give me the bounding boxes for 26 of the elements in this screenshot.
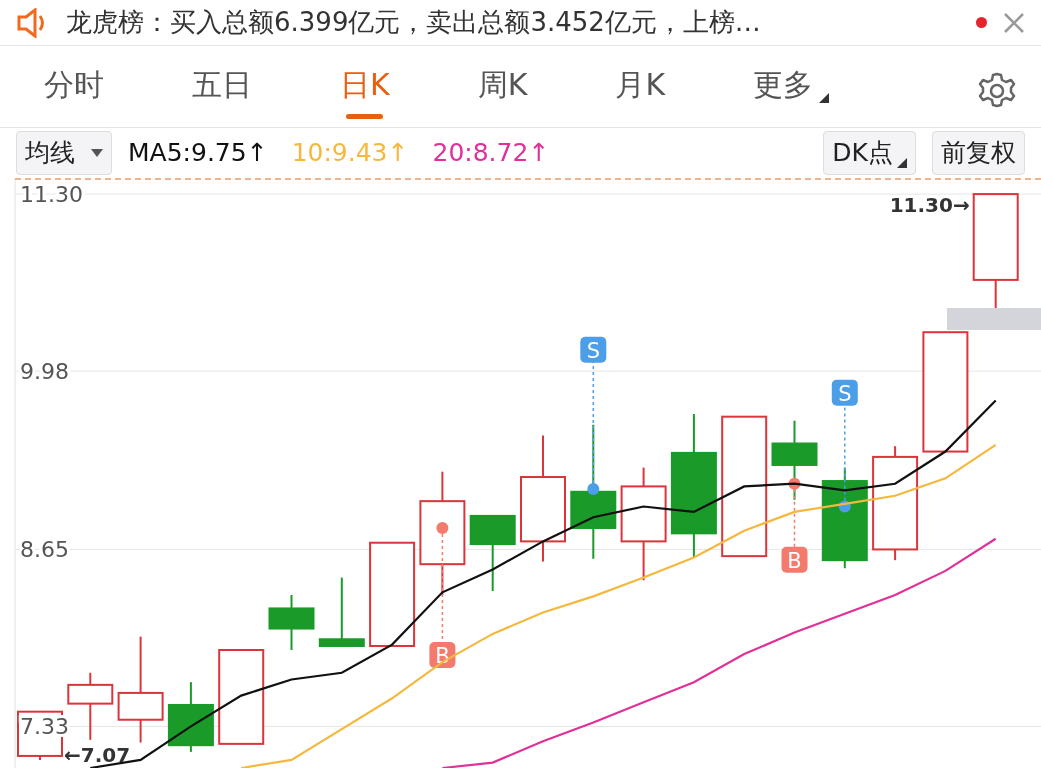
chart-tab[interactable]: 周K <box>473 62 532 119</box>
dropdown-arrow-icon <box>91 149 103 157</box>
candlestick <box>67 671 114 741</box>
notice-text: 龙虎榜：买入总额6.399亿元，卖出总额3.452亿元，上榜… <box>66 6 762 39</box>
notice-bar[interactable]: 龙虎榜：买入总额6.399亿元，卖出总额3.452亿元，上榜… <box>0 0 1041 46</box>
min-price-label: ←7.07 <box>64 742 131 767</box>
caret-icon <box>897 157 907 168</box>
moving-average-value: 20:8.72↑ <box>432 137 550 170</box>
chart-tab[interactable]: 分时 <box>40 62 108 119</box>
indicator-dropdown[interactable]: 均线 <box>16 131 112 175</box>
candlestick <box>167 681 214 753</box>
axis-label: 11.30 <box>20 181 83 207</box>
max-price-label: 11.30→ <box>889 193 970 218</box>
chart-tab[interactable]: 月K <box>611 62 670 119</box>
candlestick <box>268 594 315 651</box>
chart-tab[interactable]: 更多 <box>749 62 834 119</box>
axis-label: 9.98 <box>20 358 69 384</box>
close-icon[interactable] <box>1003 11 1025 34</box>
moving-average-value: 10:9.43↑ <box>291 137 409 170</box>
moving-average-value: MA5:9.75↑ <box>128 137 268 170</box>
toolbar-button[interactable]: 前复权 <box>932 131 1025 175</box>
caret-icon <box>819 93 830 103</box>
axis-label: 8.65 <box>20 536 69 562</box>
candlestick <box>318 576 365 647</box>
toolbar-button[interactable]: DK点 <box>823 131 916 175</box>
chart-tab[interactable]: 五日 <box>188 62 256 119</box>
